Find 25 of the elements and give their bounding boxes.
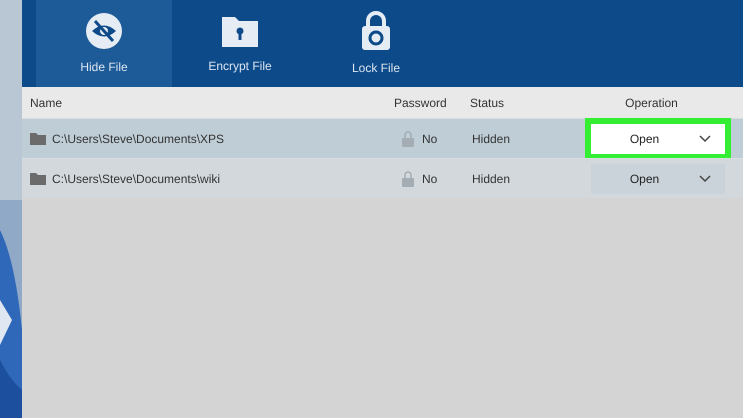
hidden-eye-icon xyxy=(85,12,123,50)
column-header: Password xyxy=(394,94,448,112)
status-value: Hidden xyxy=(472,170,512,188)
padlock-icon xyxy=(360,10,392,50)
password-value: No xyxy=(422,130,438,148)
chevron-down-icon[interactable] xyxy=(698,134,710,142)
chevron-down-icon[interactable] xyxy=(698,174,710,182)
column-header: Operation xyxy=(624,94,679,112)
column-header: Name xyxy=(30,94,64,112)
folder-icon xyxy=(30,172,46,185)
open-split-button[interactable]: Open xyxy=(590,124,724,154)
table-row[interactable]: C:\Users\Steve\Documents\XPS No Hidden Open xyxy=(22,118,743,158)
column-header: Status xyxy=(470,94,506,112)
toolbar-tab[interactable]: Encrypt File xyxy=(172,0,308,87)
toolbar-tab[interactable]: Lock File xyxy=(308,0,444,87)
status-value: Hidden xyxy=(472,130,512,148)
table-row[interactable]: C:\Users\Steve\Documents\wiki No Hidden Open xyxy=(22,158,743,198)
open-split-button[interactable]: Open xyxy=(590,164,724,194)
lock-icon xyxy=(402,130,414,146)
file-path: C:\Users\Steve\Documents\wiki xyxy=(52,170,222,188)
password-value: No xyxy=(422,170,438,188)
lock-icon xyxy=(402,170,414,186)
file-path: C:\Users\Steve\Documents\XPS xyxy=(52,130,226,148)
folder-icon xyxy=(30,132,46,145)
toolbar-tab[interactable]: Hide File xyxy=(36,0,172,87)
